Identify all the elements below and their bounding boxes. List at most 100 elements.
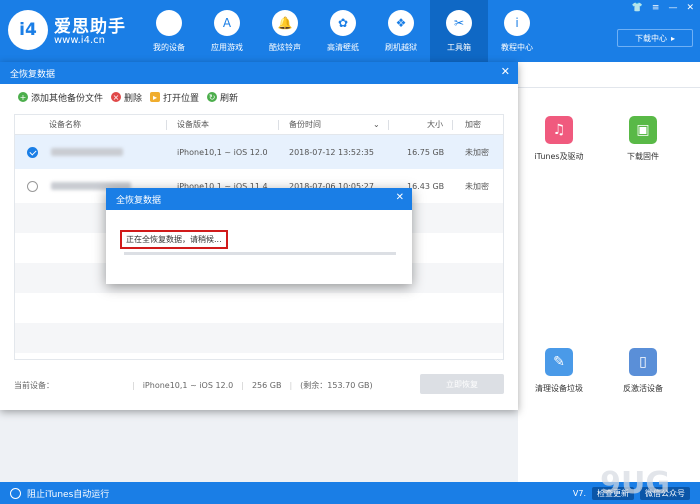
nav-label: 酷炫铃声 [269, 43, 301, 52]
column-separator [278, 120, 279, 130]
row-version: iPhone10,1 ~ iOS 12.0 [177, 147, 268, 157]
main-nav: 我的设备 A 应用游戏 🔔 酷炫铃声 ✿ 高清壁纸 ❖ 刷机越狱 ✂ 工具箱 i… [140, 0, 546, 62]
nav-toolbox[interactable]: ✂ 工具箱 [430, 0, 488, 62]
nav-label: 应用游戏 [211, 43, 243, 52]
nav-my-device[interactable]: 我的设备 [140, 0, 198, 62]
shirt-icon[interactable]: 👕 [632, 3, 643, 13]
nav-label: 工具箱 [447, 43, 471, 52]
nav-ringtones[interactable]: 🔔 酷炫铃声 [256, 0, 314, 62]
nav-flash-jailbreak[interactable]: ❖ 刷机越狱 [372, 0, 430, 62]
toolbar-label: 打开位置 [163, 93, 200, 104]
row-radio-checked[interactable] [27, 146, 38, 158]
stop-icon[interactable] [10, 487, 21, 499]
dropbox-icon: ❖ [388, 10, 414, 36]
tool-deactivate[interactable]: ▯ 反激活设备 [608, 348, 678, 394]
flower-icon: ✿ [330, 10, 356, 36]
window-controls: 👕 ≡ — ✕ [632, 3, 694, 13]
bell-icon: 🔔 [272, 10, 298, 36]
blurred-device-name [51, 148, 123, 156]
tool-clean-junk[interactable]: ✎ 清理设备垃圾 [524, 348, 594, 394]
download-center-label: 下载中心 [634, 33, 667, 43]
progress-bar [124, 252, 396, 255]
modal-title: 全恢复数据 [116, 195, 162, 206]
column-device-name[interactable]: 设备名称 [49, 119, 81, 130]
row-encryption: 未加密 [465, 147, 489, 157]
separator: | [241, 380, 244, 390]
info-icon: i [504, 10, 530, 36]
tools-icon: ✂ [446, 10, 472, 36]
nav-label: 我的设备 [153, 43, 185, 52]
block-itunes-toggle[interactable]: 阻止iTunes自动运行 [27, 487, 109, 500]
column-separator [166, 120, 167, 130]
download-arrow-icon: ▸ [670, 33, 675, 43]
divider [518, 87, 700, 88]
close-icon[interactable]: ✕ [686, 3, 694, 13]
download-center-button[interactable]: 下载中心 ▸ [617, 29, 693, 47]
table-row[interactable]: iPhone10,1 ~ iOS 12.0 2018-07-12 13:52:3… [15, 135, 503, 169]
dialog-titlebar: 全恢复数据 ✕ [0, 62, 518, 84]
row-radio[interactable] [27, 180, 38, 192]
app-store-icon: A [214, 10, 240, 36]
row-time: 2018-07-12 13:52:35 [289, 147, 374, 157]
broom-icon: ✎ [545, 348, 573, 376]
table-header: 设备名称 设备版本 备份时间 ⌄ 大小 加密 [15, 115, 503, 135]
toolbar-label: 添加其他备份文件 [31, 93, 104, 104]
dialog-toolbar: + 添加其他备份文件 × 删除 ▸ 打开位置 ↻ 刷新 [0, 84, 518, 110]
column-size[interactable]: 大小 [427, 119, 443, 130]
separator: | [132, 380, 135, 390]
nav-apps-games[interactable]: A 应用游戏 [198, 0, 256, 62]
empty-row [15, 323, 503, 353]
dialog-title: 全恢复数据 [10, 69, 56, 80]
column-version[interactable]: 设备版本 [177, 119, 209, 130]
column-separator [388, 120, 389, 130]
nav-label: 教程中心 [501, 43, 533, 52]
tool-label: 清理设备垃圾 [535, 384, 583, 393]
phone-icon: ▯ [629, 348, 657, 376]
delete-icon: × [111, 92, 122, 102]
refresh-button[interactable]: ↻ 刷新 [207, 91, 238, 104]
current-device-remaining: (剩余：153.70 GB) [300, 380, 373, 390]
minimize-icon[interactable]: — [668, 3, 677, 13]
app-title: 爱思助手 [54, 17, 126, 37]
close-icon[interactable]: ✕ [501, 65, 510, 78]
refresh-icon: ↻ [207, 92, 218, 102]
row-size: 16.43 GB [407, 181, 445, 191]
top-bar: i4 爱思助手 www.i4.cn 我的设备 A 应用游戏 🔔 酷炫铃声 ✿ 高… [0, 0, 700, 62]
app-url: www.i4.cn [54, 35, 105, 46]
tool-label: 下载固件 [627, 152, 659, 161]
current-device-label: 当前设备： [14, 380, 54, 390]
add-backup-button[interactable]: + 添加其他备份文件 [18, 91, 103, 104]
version-label: V7. [572, 489, 586, 498]
restore-now-button[interactable]: 立即恢复 [420, 374, 504, 394]
separator: | [289, 380, 293, 390]
nav-wallpapers[interactable]: ✿ 高清壁纸 [314, 0, 372, 62]
delete-button[interactable]: × 删除 [111, 91, 142, 104]
nav-label: 刷机越狱 [385, 43, 417, 52]
folder-icon: ▸ [150, 92, 161, 102]
close-icon[interactable]: ✕ [396, 192, 404, 203]
watermark: 9UG [600, 466, 670, 501]
modal-titlebar: 全恢复数据 ✕ [106, 188, 412, 210]
status-bar: 阻止iTunes自动运行 V7. 检查更新 微信公众号 [0, 482, 700, 504]
apple-icon [156, 10, 182, 36]
tool-download-firmware[interactable]: ▣ 下载固件 [608, 116, 678, 162]
plus-icon: + [18, 92, 28, 102]
menu-icon[interactable]: ≡ [652, 3, 660, 13]
current-device-model: iPhone10,1 ~ iOS 12.0 [142, 380, 234, 390]
music-icon: ♫ [545, 116, 573, 144]
tool-label: iTunes及驱动 [534, 152, 584, 161]
column-encryption[interactable]: 加密 [465, 119, 481, 130]
row-encryption: 未加密 [465, 181, 489, 191]
toolbar-label: 删除 [124, 93, 143, 104]
column-separator [452, 120, 453, 130]
nav-tutorials[interactable]: i 教程中心 [488, 0, 546, 62]
nav-label: 高清壁纸 [327, 43, 359, 52]
tool-itunes-driver[interactable]: ♫ iTunes及驱动 [524, 116, 594, 162]
app-logo: i4 [8, 10, 48, 50]
dialog-footer: 当前设备： | iPhone10,1 ~ iOS 12.0 | 256 GB |… [14, 374, 504, 396]
sort-chevron-icon[interactable]: ⌄ [373, 120, 380, 129]
column-backup-time[interactable]: 备份时间 [289, 119, 321, 130]
open-location-button[interactable]: ▸ 打开位置 [150, 91, 199, 104]
current-device-capacity: 256 GB [251, 380, 282, 390]
progress-message: 正在全恢复数据，请稍候... [120, 230, 228, 249]
